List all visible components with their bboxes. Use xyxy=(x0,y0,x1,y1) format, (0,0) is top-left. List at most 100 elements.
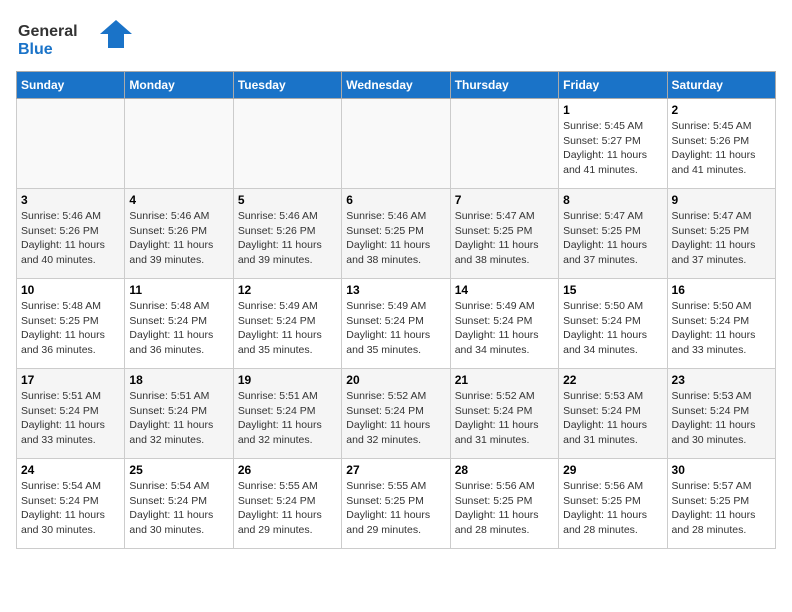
day-number: 13 xyxy=(346,283,445,297)
day-number: 21 xyxy=(455,373,554,387)
svg-text:General: General xyxy=(18,23,78,40)
day-number: 24 xyxy=(21,463,120,477)
calendar-week-row: 3 Sunrise: 5:46 AM Sunset: 5:26 PM Daylig… xyxy=(17,189,776,279)
day-number: 27 xyxy=(346,463,445,477)
day-info: Sunrise: 5:46 AM Sunset: 5:26 PM Dayligh… xyxy=(21,209,120,268)
calendar-cell: 25Sunrise: 5:54 AM Sunset: 5:24 PM Dayli… xyxy=(125,459,233,549)
calendar-cell: 28 Sunrise: 5:56 AM Sunset: 5:25 PM Dayli… xyxy=(450,459,558,549)
day-info: Sunrise: 5:52 AM Sunset: 5:24 PM Dayligh… xyxy=(455,389,554,448)
calendar-cell: 10 Sunrise: 5:48 AM Sunset: 5:25 PM Dayli… xyxy=(17,279,125,369)
calendar-cell: 24 Sunrise: 5:54 AM Sunset: 5:24 PM Dayli… xyxy=(17,459,125,549)
calendar-cell: 1 Sunrise: 5:45 AM Sunset: 5:27 PM Daylig… xyxy=(559,99,667,189)
day-info: Sunrise: 5:46 AM Sunset: 5:26 PM Dayligh… xyxy=(238,209,337,268)
day-number: 8 xyxy=(563,193,662,207)
day-number: 19 xyxy=(238,373,337,387)
day-info: Sunrise: 5:48 AM Sunset: 5:25 PM Dayligh… xyxy=(21,299,120,358)
calendar-cell: 2 Sunrise: 5:45 AM Sunset: 5:26 PM Daylig… xyxy=(667,99,775,189)
day-number: 20 xyxy=(346,373,445,387)
day-info: Sunrise: 5:49 AM Sunset: 5:24 PM Dayligh… xyxy=(238,299,337,358)
page-header: General Blue xyxy=(16,16,776,61)
calendar-cell: 18 Sunrise: 5:51 AM Sunset: 5:24 PM Dayli… xyxy=(125,369,233,459)
day-number: 29 xyxy=(563,463,662,477)
day-info: Sunrise: 5:57 AM Sunset: 5:25 PM Dayligh… xyxy=(672,479,771,538)
day-info: Sunrise: 5:46 AM Sunset: 5:26 PM Dayligh… xyxy=(129,209,228,268)
day-info: Sunrise: 5:50 AM Sunset: 5:24 PM Dayligh… xyxy=(672,299,771,358)
calendar-cell: 3 Sunrise: 5:46 AM Sunset: 5:26 PM Daylig… xyxy=(17,189,125,279)
calendar-cell: 13 Sunrise: 5:49 AM Sunset: 5:24 PM Dayli… xyxy=(342,279,450,369)
calendar-cell: 19 Sunrise: 5:51 AM Sunset: 5:24 PM Dayli… xyxy=(233,369,341,459)
day-number: 28 xyxy=(455,463,554,477)
calendar-cell xyxy=(17,99,125,189)
day-number: 14 xyxy=(455,283,554,297)
day-info: Sunrise: 5:49 AM Sunset: 5:24 PM Dayligh… xyxy=(346,299,445,358)
day-number: 4 xyxy=(129,193,228,207)
calendar-cell: 23 Sunrise: 5:53 AM Sunset: 5:24 PM Dayli… xyxy=(667,369,775,459)
day-info: Sunrise: 5:54 AM Sunset: 5:24 PM Dayligh… xyxy=(21,479,120,538)
calendar-cell: 16 Sunrise: 5:50 AM Sunset: 5:24 PM Dayli… xyxy=(667,279,775,369)
calendar-cell: 7 Sunrise: 5:47 AM Sunset: 5:25 PM Daylig… xyxy=(450,189,558,279)
calendar-cell: 9 Sunrise: 5:47 AM Sunset: 5:25 PM Daylig… xyxy=(667,189,775,279)
day-number: 26 xyxy=(238,463,337,477)
calendar-cell: 5 Sunrise: 5:46 AM Sunset: 5:26 PM Daylig… xyxy=(233,189,341,279)
calendar-cell: 21 Sunrise: 5:52 AM Sunset: 5:24 PM Dayli… xyxy=(450,369,558,459)
calendar-cell: 14 Sunrise: 5:49 AM Sunset: 5:24 PM Dayli… xyxy=(450,279,558,369)
day-info: Sunrise: 5:49 AM Sunset: 5:24 PM Dayligh… xyxy=(455,299,554,358)
calendar-week-row: 24 Sunrise: 5:54 AM Sunset: 5:24 PM Dayli… xyxy=(17,459,776,549)
calendar-week-row: 10 Sunrise: 5:48 AM Sunset: 5:25 PM Dayli… xyxy=(17,279,776,369)
calendar-cell xyxy=(342,99,450,189)
day-number: 9 xyxy=(672,193,771,207)
day-info: Sunrise: 5:53 AM Sunset: 5:24 PM Dayligh… xyxy=(672,389,771,448)
weekday-header: Friday xyxy=(559,72,667,99)
day-number: 3 xyxy=(21,193,120,207)
weekday-header: Sunday xyxy=(17,72,125,99)
day-info: Sunrise: 5:56 AM Sunset: 5:25 PM Dayligh… xyxy=(563,479,662,538)
calendar-cell: 22Sunrise: 5:53 AM Sunset: 5:24 PM Dayli… xyxy=(559,369,667,459)
calendar-week-row: 17Sunrise: 5:51 AM Sunset: 5:24 PM Dayli… xyxy=(17,369,776,459)
weekday-header: Wednesday xyxy=(342,72,450,99)
day-number: 15 xyxy=(563,283,662,297)
day-info: Sunrise: 5:55 AM Sunset: 5:24 PM Dayligh… xyxy=(238,479,337,538)
calendar-cell: 17Sunrise: 5:51 AM Sunset: 5:24 PM Dayli… xyxy=(17,369,125,459)
day-info: Sunrise: 5:56 AM Sunset: 5:25 PM Dayligh… xyxy=(455,479,554,538)
day-number: 6 xyxy=(346,193,445,207)
day-info: Sunrise: 5:47 AM Sunset: 5:25 PM Dayligh… xyxy=(672,209,771,268)
day-info: Sunrise: 5:50 AM Sunset: 5:24 PM Dayligh… xyxy=(563,299,662,358)
day-info: Sunrise: 5:45 AM Sunset: 5:26 PM Dayligh… xyxy=(672,119,771,178)
calendar-table: SundayMondayTuesdayWednesdayThursdayFrid… xyxy=(16,71,776,549)
day-number: 12 xyxy=(238,283,337,297)
day-number: 30 xyxy=(672,463,771,477)
weekday-header: Saturday xyxy=(667,72,775,99)
weekday-header: Thursday xyxy=(450,72,558,99)
calendar-cell: 15 Sunrise: 5:50 AM Sunset: 5:24 PM Dayli… xyxy=(559,279,667,369)
calendar-week-row: 1 Sunrise: 5:45 AM Sunset: 5:27 PM Daylig… xyxy=(17,99,776,189)
day-info: Sunrise: 5:51 AM Sunset: 5:24 PM Dayligh… xyxy=(129,389,228,448)
day-info: Sunrise: 5:53 AM Sunset: 5:24 PM Dayligh… xyxy=(563,389,662,448)
calendar-cell: 27Sunrise: 5:55 AM Sunset: 5:25 PM Dayli… xyxy=(342,459,450,549)
calendar-cell: 30 Sunrise: 5:57 AM Sunset: 5:25 PM Dayli… xyxy=(667,459,775,549)
day-info: Sunrise: 5:51 AM Sunset: 5:24 PM Dayligh… xyxy=(21,389,120,448)
calendar-cell: 12 Sunrise: 5:49 AM Sunset: 5:24 PM Dayli… xyxy=(233,279,341,369)
logo: General Blue xyxy=(16,16,136,61)
calendar-cell: 4 Sunrise: 5:46 AM Sunset: 5:26 PM Daylig… xyxy=(125,189,233,279)
weekday-header: Monday xyxy=(125,72,233,99)
day-number: 25 xyxy=(129,463,228,477)
calendar-cell: 6Sunrise: 5:46 AM Sunset: 5:25 PM Daylig… xyxy=(342,189,450,279)
calendar-cell: 29 Sunrise: 5:56 AM Sunset: 5:25 PM Dayli… xyxy=(559,459,667,549)
day-info: Sunrise: 5:45 AM Sunset: 5:27 PM Dayligh… xyxy=(563,119,662,178)
day-number: 23 xyxy=(672,373,771,387)
weekday-header-row: SundayMondayTuesdayWednesdayThursdayFrid… xyxy=(17,72,776,99)
day-info: Sunrise: 5:51 AM Sunset: 5:24 PM Dayligh… xyxy=(238,389,337,448)
day-info: Sunrise: 5:47 AM Sunset: 5:25 PM Dayligh… xyxy=(455,209,554,268)
day-info: Sunrise: 5:47 AM Sunset: 5:25 PM Dayligh… xyxy=(563,209,662,268)
day-number: 5 xyxy=(238,193,337,207)
day-number: 1 xyxy=(563,103,662,117)
day-number: 7 xyxy=(455,193,554,207)
day-number: 16 xyxy=(672,283,771,297)
day-info: Sunrise: 5:48 AM Sunset: 5:24 PM Dayligh… xyxy=(129,299,228,358)
day-number: 10 xyxy=(21,283,120,297)
day-number: 2 xyxy=(672,103,771,117)
calendar-cell xyxy=(125,99,233,189)
svg-text:Blue: Blue xyxy=(18,41,53,58)
calendar-cell: 20Sunrise: 5:52 AM Sunset: 5:24 PM Dayli… xyxy=(342,369,450,459)
day-number: 18 xyxy=(129,373,228,387)
